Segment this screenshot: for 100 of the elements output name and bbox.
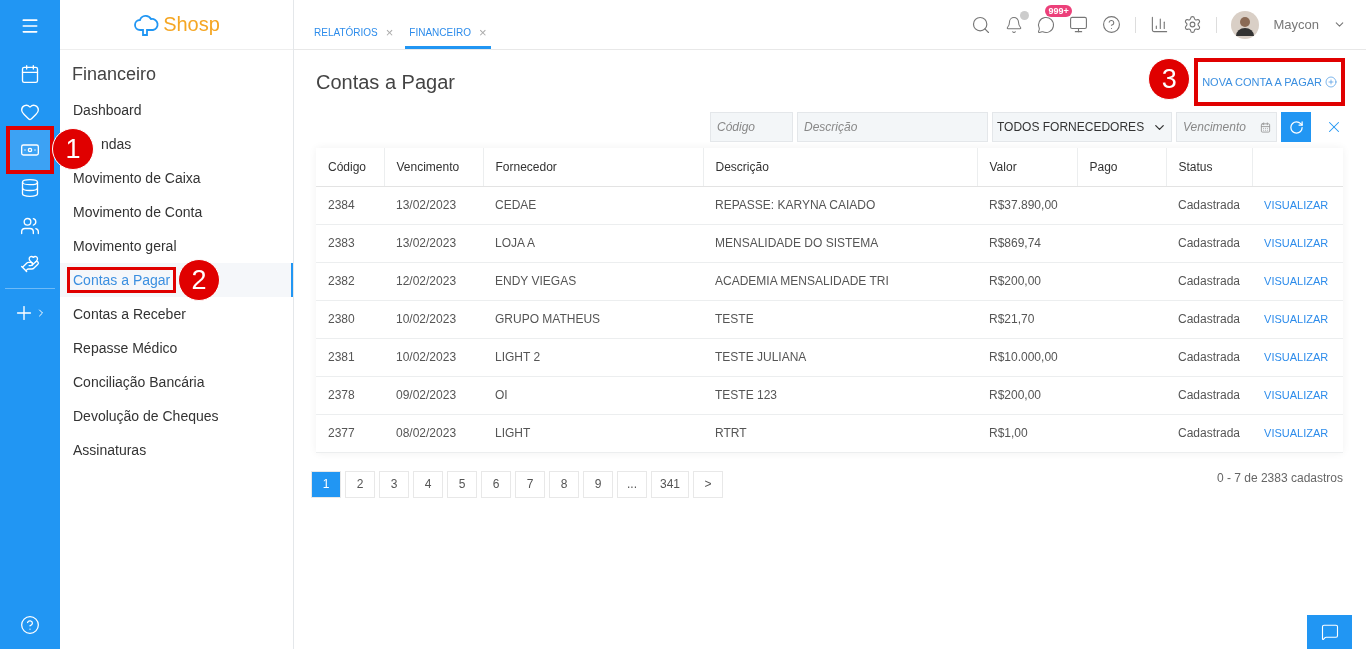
table-cell: Cadastrada (1166, 300, 1253, 338)
table-cell: LIGHT 2 (483, 338, 703, 376)
supplier-select[interactable]: TODOS FORNECEDORES (992, 112, 1172, 142)
table-cell: Cadastrada (1166, 262, 1253, 300)
table-cell: Cadastrada (1166, 414, 1253, 452)
database-icon (20, 178, 40, 198)
table-cell: CEDAE (483, 186, 703, 224)
logo-text: Shosp (163, 13, 220, 36)
table-cell: R$200,00 (977, 262, 1077, 300)
table-cell: Cadastrada (1166, 224, 1253, 262)
sidebar-item[interactable]: ndas (100, 127, 293, 161)
tab[interactable]: FINANCEIRO × (405, 19, 491, 49)
table-cell: ENDY VIEGAS (483, 262, 703, 300)
table-cell: 2380 (316, 300, 384, 338)
add-circle-icon (1325, 76, 1337, 88)
record-count: 0 - 7 de 2383 cadastros (1216, 470, 1343, 485)
page-button[interactable]: 341 (651, 470, 690, 498)
page-button[interactable]: 9 (583, 470, 613, 498)
avatar[interactable] (1231, 10, 1260, 39)
column-header: Código (316, 148, 384, 186)
page-button[interactable]: 2 (345, 470, 375, 498)
table-cell: Cadastrada (1166, 376, 1253, 414)
column-header: Status (1166, 148, 1253, 186)
table-cell: TESTE JULIANA (703, 338, 977, 376)
table-cell: 2382 (316, 262, 384, 300)
refresh-button[interactable] (1281, 112, 1311, 142)
table-cell: R$1,00 (977, 414, 1077, 452)
table-cell: REPASSE: KARYNA CAIADO (703, 186, 977, 224)
page-button[interactable]: 8 (549, 470, 579, 498)
table-cell: 2384 (316, 186, 384, 224)
table-cell: R$10.000,00 (977, 338, 1077, 376)
table-cell: 2378 (316, 376, 384, 414)
heart-icon (20, 102, 40, 122)
sidebar-item[interactable]: Movimento de Conta (60, 195, 293, 229)
view-link[interactable]: VISUALIZAR (1264, 389, 1329, 401)
sidebar-item[interactable]: Devolução de Cheques (60, 399, 293, 433)
chat-button[interactable] (1307, 615, 1352, 649)
view-link[interactable]: VISUALIZAR (1264, 237, 1329, 249)
view-link[interactable]: VISUALIZAR (1264, 427, 1329, 439)
table-cell: TESTE 123 (703, 376, 977, 414)
view-link[interactable]: VISUALIZAR (1264, 275, 1329, 287)
view-link[interactable]: VISUALIZAR (1264, 351, 1329, 363)
user-name[interactable]: Maycon (1273, 17, 1319, 32)
table-cell: R$37.890,00 (977, 186, 1077, 224)
table-cell: R$869,74 (977, 224, 1077, 262)
page-button[interactable]: 6 (481, 470, 511, 498)
monitor-icon[interactable] (1069, 15, 1089, 34)
table-cell: TESTE (703, 300, 977, 338)
table-cell: 2377 (316, 414, 384, 452)
help-icon[interactable] (1102, 15, 1122, 34)
table-cell: MENSALIDADE DO SISTEMA (703, 224, 977, 262)
page-button[interactable]: ... (617, 470, 647, 498)
table-cell: 10/02/2023 (384, 300, 483, 338)
table-cell: 08/02/2023 (384, 414, 483, 452)
table-cell: GRUPO MATHEUS (483, 300, 703, 338)
chat-icon[interactable] (1037, 15, 1056, 34)
table-cell: ACADEMIA MENSALIDADE TRI (703, 262, 977, 300)
tab[interactable]: RELATÓRIOS × (310, 19, 398, 49)
chart-icon[interactable] (1150, 15, 1170, 34)
table-cell: LOJA A (483, 224, 703, 262)
bell-icon[interactable] (1005, 15, 1024, 34)
sidebar-item[interactable]: Assinaturas (60, 433, 293, 467)
table-cell: 13/02/2023 (384, 224, 483, 262)
page-button[interactable]: > (693, 470, 724, 498)
description-field[interactable]: Descrição (797, 112, 988, 142)
table-cell: R$21,70 (977, 300, 1077, 338)
cloud-logo-icon (133, 12, 160, 37)
sidebar-item[interactable]: Conciliação Bancária (60, 365, 293, 399)
step-badge: 1 (52, 128, 94, 170)
search-icon[interactable] (971, 14, 992, 35)
view-link[interactable]: VISUALIZAR (1264, 313, 1329, 325)
view-link[interactable]: VISUALIZAR (1264, 199, 1329, 211)
sidebar-item[interactable]: Dashboard (60, 93, 293, 127)
table-cell: 2381 (316, 338, 384, 376)
column-header: Valor (977, 148, 1077, 186)
calendar-icon[interactable] (1260, 122, 1271, 133)
column-header: Fornecedor (483, 148, 703, 186)
table-cell: Cadastrada (1166, 186, 1253, 224)
page-button[interactable]: 5 (447, 470, 477, 498)
settings-icon[interactable] (1183, 15, 1203, 34)
table-cell: 12/02/2023 (384, 262, 483, 300)
page-button[interactable]: 3 (379, 470, 409, 498)
code-field[interactable]: Código (710, 112, 793, 142)
table-cell: OI (483, 376, 703, 414)
refresh-icon (1288, 119, 1304, 135)
table-cell: 13/02/2023 (384, 186, 483, 224)
step-badge: 2 (178, 259, 220, 301)
sidebar-item[interactable]: Repasse Médico (60, 331, 293, 365)
table-cell: 2383 (316, 224, 384, 262)
people-icon (20, 216, 40, 236)
step-badge: 3 (1148, 58, 1191, 100)
page-button[interactable]: 7 (515, 470, 545, 498)
page-button[interactable]: 4 (413, 470, 443, 498)
hand-icon (20, 254, 40, 274)
new-bill-button[interactable]: NOVA CONTA A PAGAR (1198, 62, 1341, 102)
message-count: 999+ (1045, 4, 1072, 17)
due-date-field[interactable]: Vencimento (1176, 112, 1277, 142)
table-cell: 10/02/2023 (384, 338, 483, 376)
notification-dot (1020, 10, 1030, 20)
table-cell: Cadastrada (1166, 338, 1253, 376)
